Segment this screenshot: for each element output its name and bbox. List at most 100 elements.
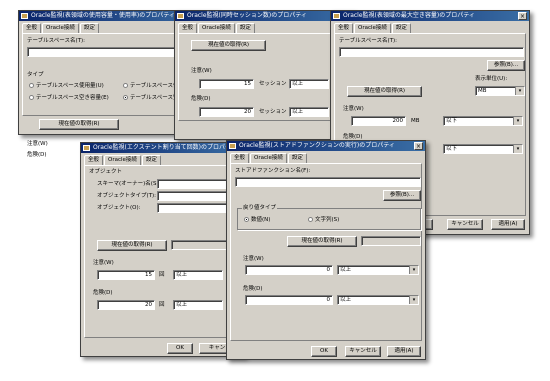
critical-value-input[interactable]: 0 <box>245 295 333 305</box>
critical-condition-value: 以上 <box>340 297 352 303</box>
settings-panel: オブジェクト スキーマ(オーナー)名(S): オブジェクトタイプ(T): オブジ… <box>84 165 241 338</box>
radio-icon <box>123 83 128 88</box>
get-current-value-button[interactable]: 現在値の取得(R) <box>97 240 167 251</box>
type-label: タイプ <box>27 72 44 78</box>
return-type-number-label: 数値(N) <box>251 217 271 223</box>
schema-input[interactable] <box>157 179 237 189</box>
tab-strip: 全般 Oracle接続 設定 <box>230 153 308 164</box>
browse-button[interactable]: 参照(B)... <box>383 190 421 201</box>
dialog-title: Oracle監視(表領域の使用容量・使用率)のプロパティ <box>31 12 175 19</box>
warning-condition-select[interactable]: 以上 <box>173 270 223 280</box>
tab-strip: 全般 Oracle接続 設定 <box>334 23 412 34</box>
tab-strip: 全般 Oracle接続 設定 <box>22 23 100 34</box>
cancel-button[interactable]: キャンセル <box>345 346 381 357</box>
chevron-down-icon[interactable]: ▾ <box>515 87 524 95</box>
tablespace-input[interactable] <box>339 47 524 57</box>
warning-condition-select[interactable]: 以上 ▾ <box>337 265 419 275</box>
tab-general[interactable]: 全般 <box>84 155 104 165</box>
radio-icon <box>29 83 34 88</box>
warning-condition-select[interactable]: 以上 <box>289 79 329 89</box>
critical-condition-select[interactable]: 以上 <box>289 107 329 117</box>
get-current-value-button[interactable]: 現在値の取得(R) <box>191 40 266 51</box>
ok-button[interactable]: OK <box>167 343 193 354</box>
chevron-down-icon[interactable]: ▾ <box>409 296 418 304</box>
tab-oracle-connection[interactable]: Oracle接続 <box>250 153 287 163</box>
dialog-title: Oracle監視(表領域の最大空き容量)のプロパティ <box>343 12 475 19</box>
tab-strip: 全般 Oracle接続 設定 <box>178 23 256 34</box>
tab-oracle-connection[interactable]: Oracle接続 <box>354 23 391 33</box>
type-option-usage[interactable]: テーブルスペース使用量(U) <box>29 83 104 90</box>
app-icon <box>21 13 28 19</box>
type-option-usage-rate-label: テーブルスペース使 <box>130 83 179 89</box>
title-bar[interactable]: Oracle監視(同時セッション数)のプロパティ× <box>175 11 353 21</box>
return-type-group: 戻り値タイプ 数値(N) 文字列(S) <box>237 205 421 230</box>
critical-condition-select[interactable]: 以下 ▾ <box>443 144 523 154</box>
critical-condition-select[interactable]: 以上 ▾ <box>337 295 419 305</box>
chevron-down-icon[interactable]: ▾ <box>513 145 522 153</box>
object-group-label: オブジェクト <box>89 169 123 175</box>
browse-button[interactable]: 参照(B)... <box>487 60 525 71</box>
tab-strip: 全般 Oracle接続 設定 <box>84 155 162 166</box>
ok-button[interactable]: OK <box>311 346 337 357</box>
tab-general[interactable]: 全般 <box>178 23 198 33</box>
apply-button[interactable]: 適用(A) <box>491 219 525 230</box>
warning-condition-select[interactable]: 以下 ▾ <box>443 116 523 126</box>
warning-value-input[interactable]: 0 <box>245 265 333 275</box>
warning-condition-value: 以上 <box>176 272 188 278</box>
title-bar[interactable]: Oracle監視(ストアドファンクションの実行)のプロパティ × <box>227 141 425 151</box>
warning-condition-value: 以下 <box>446 118 458 124</box>
tab-oracle-connection[interactable]: Oracle接続 <box>104 155 141 165</box>
critical-value-input[interactable]: 20 <box>199 107 254 117</box>
chevron-down-icon[interactable]: ▾ <box>513 117 522 125</box>
close-icon[interactable]: × <box>414 142 423 150</box>
tab-general[interactable]: 全般 <box>334 23 354 33</box>
radio-selected-icon <box>123 95 128 100</box>
current-value-display <box>361 236 421 246</box>
warning-value-input[interactable]: 15 <box>199 79 254 89</box>
function-name-input[interactable] <box>235 177 421 187</box>
type-option-free-rate[interactable]: テーブルスペース空 <box>123 95 179 102</box>
critical-label: 危険(D) <box>93 290 113 296</box>
critical-value-input[interactable]: 20 <box>97 300 155 310</box>
apply-button[interactable]: 適用(A) <box>387 346 421 357</box>
warning-value-input[interactable]: 15 <box>97 270 155 280</box>
tab-oracle-connection[interactable]: Oracle接続 <box>198 23 235 33</box>
function-name-label: ストアドファンクション名(F): <box>235 168 311 174</box>
return-type-string-label: 文字列(S) <box>315 217 340 223</box>
return-type-number[interactable]: 数値(N) <box>244 217 270 224</box>
type-option-free-rate-label: テーブルスペース空 <box>130 95 179 101</box>
close-icon[interactable]: × <box>518 12 527 20</box>
get-current-value-button[interactable]: 現在値の取得(R) <box>347 86 422 97</box>
tab-general[interactable]: 全般 <box>22 23 42 33</box>
critical-condition-value: 以上 <box>292 109 304 115</box>
tab-general[interactable]: 全般 <box>230 153 250 163</box>
unit-select[interactable]: MB ▾ <box>475 86 525 96</box>
get-current-value-button[interactable]: 現在値の取得(R) <box>287 236 357 247</box>
critical-label: 危険(D) <box>27 152 47 158</box>
app-icon <box>83 145 90 151</box>
title-bar[interactable]: Oracle監視(表領域の最大空き容量)のプロパティ × <box>331 11 529 21</box>
type-option-free[interactable]: テーブルスペース空き容量(E) <box>29 95 109 102</box>
return-type-string[interactable]: 文字列(S) <box>308 217 339 224</box>
critical-condition-value: 以上 <box>176 302 188 308</box>
critical-condition-value: 以下 <box>446 146 458 152</box>
warning-value-input[interactable]: 200 <box>351 116 406 126</box>
type-option-usage-rate[interactable]: テーブルスペース使 <box>123 83 179 90</box>
cancel-button[interactable]: キャンセル <box>447 219 483 230</box>
warning-label: 注意(W) <box>343 106 364 112</box>
tab-oracle-connection[interactable]: Oracle接続 <box>42 23 79 33</box>
warning-label: 注意(W) <box>27 141 48 147</box>
critical-label: 危険(D) <box>191 96 211 102</box>
unit-label: 表示単位(U): <box>475 76 508 82</box>
get-current-value-button[interactable]: 現在値の取得(R) <box>39 119 119 130</box>
schema-label: スキーマ(オーナー)名(S): <box>97 181 161 187</box>
warning-label: 注意(W) <box>93 260 114 266</box>
object-name-input[interactable] <box>157 203 237 213</box>
warning-label: 注意(W) <box>243 256 264 262</box>
tablespace-label: テーブルスペース名(T): <box>339 38 398 44</box>
critical-condition-select[interactable]: 以上 <box>173 300 223 310</box>
object-type-input[interactable] <box>157 191 237 201</box>
title-bar[interactable]: Oracle監視(エクステント割り当て回数)のプロパティ× <box>81 143 244 153</box>
warning-condition-value: 以上 <box>340 267 352 273</box>
chevron-down-icon[interactable]: ▾ <box>409 266 418 274</box>
